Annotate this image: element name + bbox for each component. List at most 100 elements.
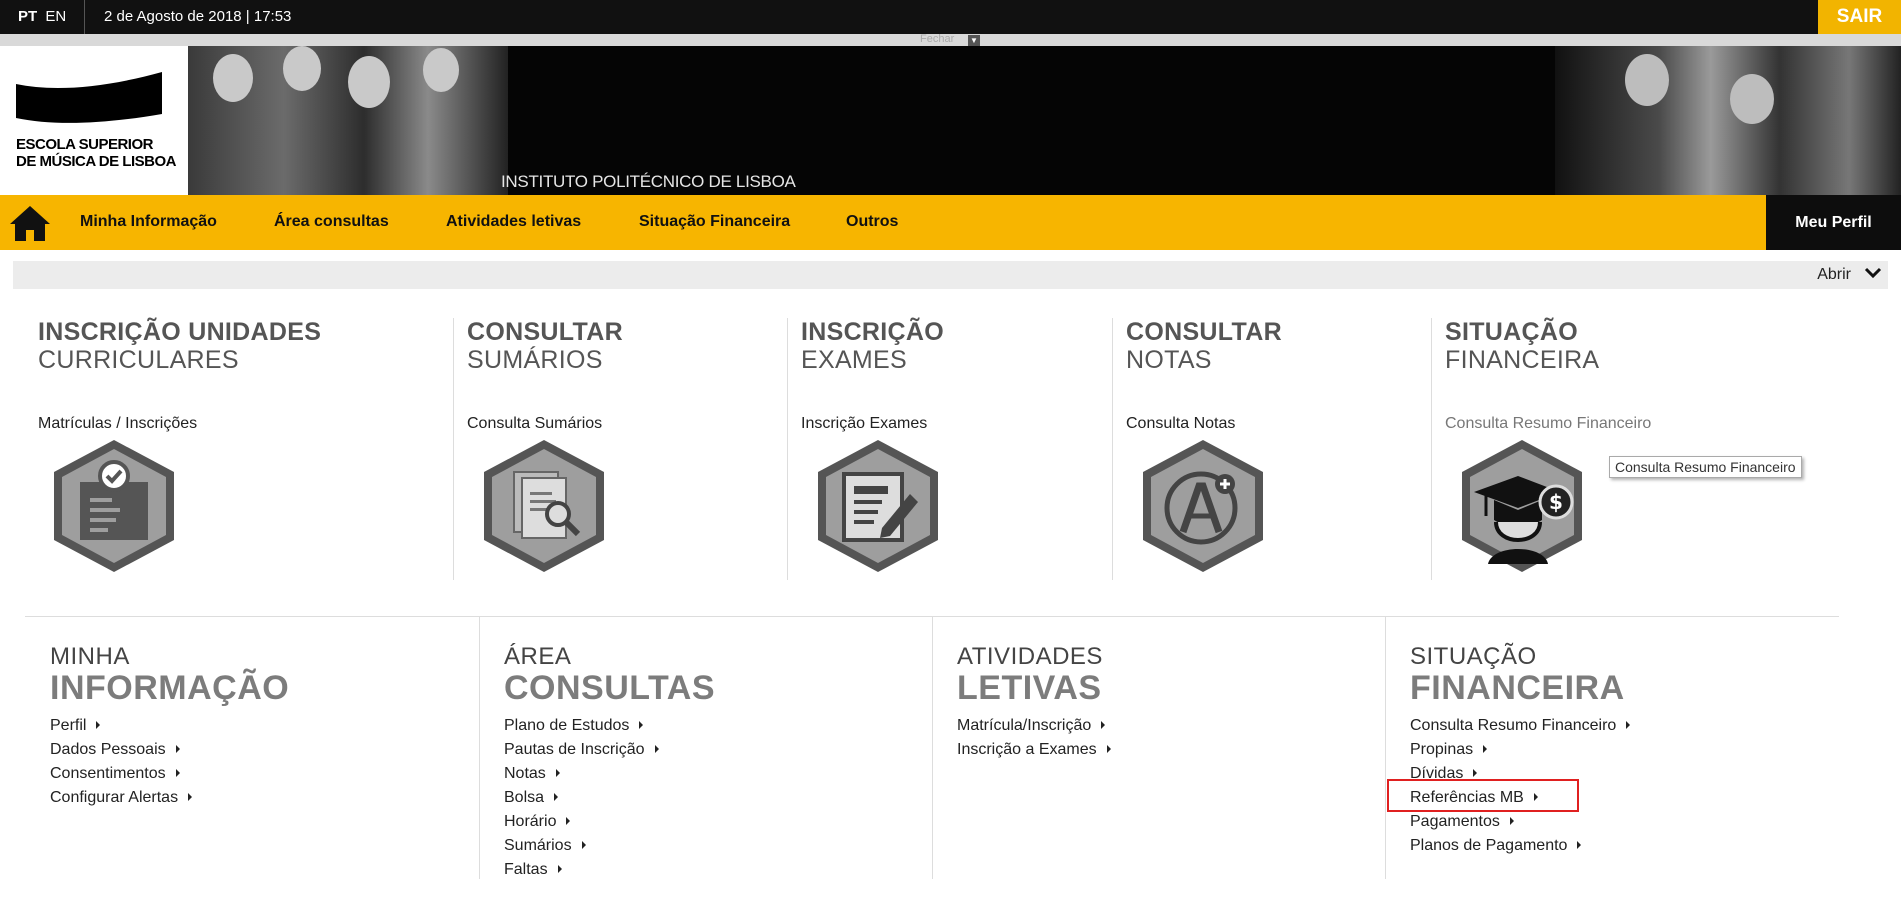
tile-inscricao-uc: INSCRIÇÃO UNIDADES CURRICULARES Matrícula…: [38, 318, 453, 580]
link-bolsa[interactable]: Bolsa: [504, 786, 659, 810]
section-title-bottom: INFORMAÇÃO: [50, 669, 290, 707]
arrow-right-icon: [639, 721, 644, 729]
link-notas[interactable]: Notas: [504, 762, 659, 786]
section-situacao-financeira: SITUAÇÃO FINANCEIRA Consulta Resumo Fina…: [1385, 617, 1839, 879]
arrow-right-icon: [96, 721, 101, 729]
document-search-icon[interactable]: [478, 436, 610, 576]
enrollment-check-icon[interactable]: [48, 436, 180, 576]
home-icon[interactable]: [8, 203, 52, 243]
link-sumarios[interactable]: Sumários: [504, 834, 659, 858]
section-links: Perfil Dados Pessoais Consentimentos Con…: [50, 714, 193, 810]
link-planos-pagamento[interactable]: Planos de Pagamento: [1410, 834, 1630, 858]
arrow-right-icon: [1577, 841, 1582, 849]
expand-bar: Abrir: [13, 261, 1888, 289]
arrow-right-icon: [1483, 745, 1488, 753]
arrow-right-icon: [581, 841, 586, 849]
header-banner: ESCOLA SUPERIOR DE MÚSICA DE LISBOA INST…: [0, 46, 1901, 195]
svg-text:$: $: [1549, 490, 1563, 514]
tooltip: Consulta Resumo Financeiro: [1609, 456, 1802, 478]
section-links: Plano de Estudos Pautas de Inscrição Not…: [504, 714, 659, 882]
arrow-right-icon: [1101, 721, 1106, 729]
arrow-right-icon: [554, 793, 559, 801]
section-atividades-letivas: ATIVIDADES LETIVAS Matrícula/Inscrição I…: [932, 617, 1385, 879]
graduate-money-icon[interactable]: $: [1456, 436, 1588, 576]
link-dados-pessoais[interactable]: Dados Pessoais: [50, 738, 192, 762]
institute-name: INSTITUTO POLITÉCNICO DE LISBOA: [501, 172, 796, 191]
section-title-bottom: LETIVAS: [957, 669, 1102, 707]
choir-photo: [188, 46, 508, 195]
nav-outros[interactable]: Outros: [846, 213, 898, 231]
section-area-consultas: ÁREA CONSULTAS Plano de Estudos Pautas d…: [479, 617, 932, 879]
link-propinas[interactable]: Propinas: [1410, 738, 1630, 762]
link-pagamentos[interactable]: Pagamentos: [1410, 810, 1630, 834]
tile-title: SITUAÇÃO FINANCEIRA: [1445, 318, 1600, 374]
logo-line-1: ESCOLA SUPERIOR: [16, 136, 153, 153]
arrow-right-icon: [555, 769, 560, 777]
logout-button[interactable]: SAIR: [1818, 0, 1901, 34]
arrow-right-icon: [654, 745, 659, 753]
highlight-box: [1387, 779, 1579, 812]
link-perfil[interactable]: Perfil: [50, 714, 192, 738]
datetime-label: 2 de Agosto de 2018 | 17:53: [104, 8, 292, 25]
school-logo[interactable]: ESCOLA SUPERIOR DE MÚSICA DE LISBOA: [0, 46, 188, 195]
link-consulta-resumo-financeiro[interactable]: Consulta Resumo Financeiro: [1410, 714, 1631, 738]
tile-link-exames[interactable]: Inscrição Exames: [801, 415, 927, 433]
arrow-right-icon: [175, 769, 180, 777]
lang-en-link[interactable]: EN: [45, 8, 66, 25]
tile-link-resumo-financeiro[interactable]: Consulta Resumo Financeiro: [1445, 415, 1651, 433]
violinists-photo: [1555, 46, 1901, 195]
link-plano-estudos[interactable]: Plano de Estudos: [504, 714, 659, 738]
link-inscricao-exames[interactable]: Inscrição a Exames: [957, 738, 1111, 762]
arrow-right-icon: [566, 817, 571, 825]
collapse-strip: Fechar ▼: [0, 33, 1901, 46]
nav-area-consultas[interactable]: Área consultas: [274, 213, 389, 231]
exam-edit-icon[interactable]: [812, 436, 944, 576]
section-minha-informacao: MINHA INFORMAÇÃO Perfil Dados Pessoais C…: [25, 617, 479, 879]
nav-atividades-letivas[interactable]: Atividades letivas: [446, 213, 581, 231]
logo-text: ESCOLA SUPERIOR DE MÚSICA DE LISBOA: [16, 136, 176, 170]
arrow-right-icon: [175, 745, 180, 753]
section-title-top: SITUAÇÃO: [1410, 643, 1537, 670]
language-switcher: PT EN: [18, 8, 70, 25]
section-title-top: ÁREA: [504, 643, 572, 670]
arrow-right-icon: [1106, 745, 1111, 753]
tile-title: CONSULTAR NOTAS: [1126, 318, 1282, 374]
tile-link-sumarios[interactable]: Consulta Sumários: [467, 415, 602, 433]
expand-label[interactable]: Abrir: [1817, 266, 1851, 284]
link-configurar-alertas[interactable]: Configurar Alertas: [50, 786, 193, 810]
arrow-right-icon: [188, 793, 193, 801]
grade-a-plus-icon[interactable]: [1137, 436, 1269, 576]
section-title-top: MINHA: [50, 643, 130, 670]
tile-consultar-notas: CONSULTAR NOTAS Consulta Notas: [1112, 318, 1431, 580]
collapse-toggle-icon[interactable]: ▼: [968, 35, 980, 46]
link-horario[interactable]: Horário: [504, 810, 659, 834]
link-matricula-inscricao[interactable]: Matrícula/Inscrição: [957, 714, 1111, 738]
arrow-right-icon: [557, 865, 562, 873]
arrow-right-icon: [1626, 721, 1631, 729]
link-consentimentos[interactable]: Consentimentos: [50, 762, 192, 786]
top-bar-divider: [84, 0, 85, 34]
logo-line-2: DE MÚSICA DE LISBOA: [16, 153, 176, 170]
tile-consultar-sumarios: CONSULTAR SUMÁRIOS Consulta Sumários: [453, 318, 787, 580]
section-title-bottom: FINANCEIRA: [1410, 669, 1625, 707]
tile-title: INSCRIÇÃO EXAMES: [801, 318, 944, 374]
section-links: Matrícula/Inscrição Inscrição a Exames: [957, 714, 1111, 762]
tile-situacao-financeira: SITUAÇÃO FINANCEIRA Consulta Resumo Finan…: [1431, 318, 1771, 580]
nav-minha-informacao[interactable]: Minha Informação: [80, 213, 217, 231]
top-bar: PT EN 2 de Agosto de 2018 | 17:53 SAIR: [0, 0, 1901, 34]
tile-title: CONSULTAR SUMÁRIOS: [467, 318, 623, 374]
nav-situacao-financeira[interactable]: Situação Financeira: [639, 213, 790, 231]
section-title-bottom: CONSULTAS: [504, 669, 716, 707]
link-pautas-inscricao[interactable]: Pautas de Inscrição: [504, 738, 659, 762]
lang-pt-link[interactable]: PT: [18, 8, 37, 25]
arrow-right-icon: [1509, 817, 1514, 825]
section-title-top: ATIVIDADES: [957, 643, 1103, 670]
logo-mark-icon: [16, 72, 162, 123]
arrow-right-icon: [1473, 769, 1478, 777]
chevron-down-icon[interactable]: [1862, 262, 1884, 284]
tile-link-matriculas[interactable]: Matrículas / Inscrições: [38, 415, 197, 433]
tile-link-notas[interactable]: Consulta Notas: [1126, 415, 1235, 433]
profile-button[interactable]: Meu Perfil: [1766, 195, 1901, 250]
collapse-label: Fechar: [920, 33, 955, 45]
link-faltas[interactable]: Faltas: [504, 858, 659, 882]
